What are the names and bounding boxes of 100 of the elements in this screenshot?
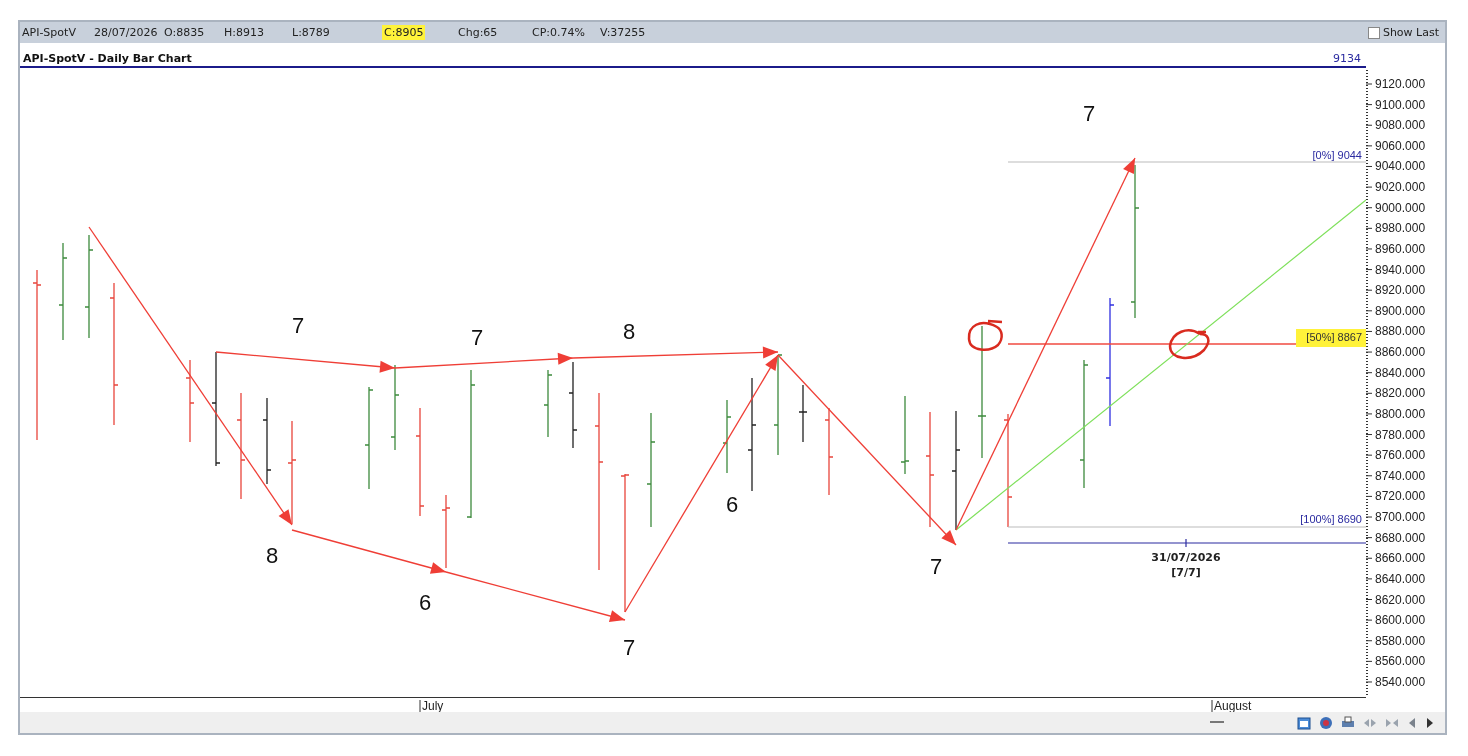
price-label: 8980.000 [1375,221,1426,236]
scroll-right-icon[interactable] [1425,715,1435,730]
quote-value: Chg:65 [457,25,499,40]
axis-tick [419,699,421,713]
axis-tick [1366,434,1373,436]
wave-count: 7 [929,554,943,579]
price-label: 8780.000 [1375,427,1426,442]
axis-tick [1366,145,1373,147]
show-last-label: Show Last [1382,26,1439,39]
price-label: 9060.000 [1375,138,1426,153]
axis-tick [1366,681,1373,683]
price-label: 9000.000 [1375,200,1426,215]
axis-tick [1366,557,1373,559]
quote-value: CP:0.74% [531,25,586,40]
circle-mark [1168,329,1210,360]
price-label: 8940.000 [1375,262,1426,277]
axis-tick [1366,330,1373,332]
axis-tick [1366,454,1373,456]
price-label: 9120.000 [1375,77,1426,91]
globe-icon[interactable] [1319,715,1333,730]
fib-level-label: [0%] 9044 [1312,149,1362,161]
wave-count: 8 [265,543,279,568]
axis-tick [1366,537,1373,539]
price-label: 8680.000 [1375,530,1426,545]
axis-tick [1366,248,1373,250]
price-label: 8740.000 [1375,468,1426,483]
price-label: 8820.000 [1375,386,1426,401]
axis-tick [1366,289,1373,291]
axis-tick [1366,207,1373,209]
axis-tick [1366,640,1373,642]
price-label: 8960.000 [1375,241,1426,256]
axis-tick [1366,227,1373,229]
wave-count: 7 [470,325,484,350]
scroll-thumb[interactable] [1210,721,1224,723]
wave-count: 6 [418,590,432,615]
printer-icon[interactable] [1341,715,1355,730]
month-label: August [1214,699,1252,713]
axis-tick [1366,578,1373,580]
axis-tick [1366,166,1373,167]
price-label: 9040.000 [1375,159,1426,174]
price-label: 8660.000 [1375,551,1426,566]
price-label: 9080.000 [1375,118,1426,133]
chart-title: API-SpotV - Daily Bar Chart [23,51,192,65]
axis-tick [1366,310,1373,312]
axis-tick [1366,104,1373,106]
axis-tick [1366,475,1373,477]
quote-value: H:8913 [223,25,265,40]
price-label: 8720.000 [1375,489,1426,504]
price-label: 8560.000 [1375,654,1426,669]
axis-tick [1366,660,1373,662]
price-label: 9100.000 [1375,97,1426,112]
date-marker-label: 31/07/2026 [1151,551,1221,564]
quote-value: L:8789 [291,25,331,40]
wave-count: 7 [1082,101,1096,126]
wave-count: 7 [622,635,636,660]
axis-tick [1366,516,1373,518]
price-label: 8860.000 [1375,345,1426,360]
wave-count: 6 [725,492,739,517]
quote-value: API-SpotV [21,25,77,40]
axis-tick [1366,372,1373,374]
axis-tick [1366,124,1373,126]
price-label: 8700.000 [1375,510,1426,524]
price-label: 8920.000 [1375,283,1426,298]
date-tick [1185,538,1187,548]
price-label: 8580.000 [1375,633,1426,648]
top-value: 9134 [1333,51,1361,65]
scroll-left-icon[interactable] [1407,715,1417,730]
axis-tick [1366,599,1373,600]
axis-tick [1366,83,1373,85]
price-label: 8640.000 [1375,571,1426,586]
circle-mark [967,319,1004,351]
axis-tick [1366,269,1373,271]
price-label: 8620.000 [1375,592,1426,607]
price-label: 8880.000 [1375,324,1426,339]
fib-level-label: [100%] 8690 [1300,513,1362,525]
quote-value: O:8835 [163,25,206,40]
price-label: 8800.000 [1375,406,1426,421]
date-marker-count: [7/7] [1171,566,1201,579]
price-label: 8840.000 [1375,365,1426,380]
price-label: 9020.000 [1375,180,1426,195]
axis-tick [1366,351,1373,353]
price-label: 8600.000 [1375,613,1426,628]
wave-count: 8 [622,319,636,344]
price-label: 8540.000 [1375,675,1426,689]
axis-tick [1211,699,1213,713]
fib-level-label: [50%] 8867 [1306,331,1362,343]
price-label: 8760.000 [1375,448,1426,463]
show-last-checkbox[interactable] [1367,26,1380,39]
month-label: July [422,699,444,713]
window-icon[interactable] [1297,715,1311,730]
quote-value: V:37255 [599,25,647,40]
axis-tick [1366,186,1373,188]
wave-count: 7 [291,313,305,338]
quote-value: C:8905 [382,25,426,40]
axis-tick [1366,413,1373,415]
axis-tick [1366,495,1373,497]
price-label: 8900.000 [1375,303,1426,318]
axis-tick [1366,619,1373,621]
axis-tick [1366,392,1373,394]
quote-value: 28/07/2026 [93,25,159,40]
